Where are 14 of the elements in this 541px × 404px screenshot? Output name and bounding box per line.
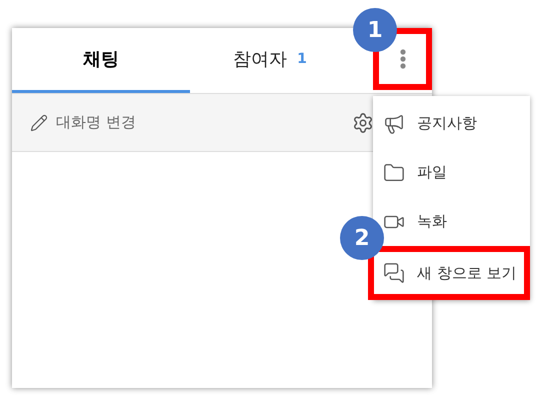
participant-count: 1 (297, 50, 307, 68)
menu-item[interactable]: 새 창으로 보기 (368, 246, 530, 300)
menu-item[interactable]: 파일 (373, 148, 530, 197)
menu-item[interactable]: 녹화 (373, 197, 530, 246)
chat-bubbles-icon (383, 262, 405, 284)
rename-button[interactable]: 대화명 변경 (30, 111, 136, 134)
more-icon (400, 49, 406, 69)
menu-item[interactable]: 공지사항 (373, 99, 530, 148)
step-badge: 1 (353, 8, 397, 52)
tab[interactable]: 참여자 1 (190, 28, 350, 93)
megaphone-icon (383, 112, 405, 134)
pencil-icon (30, 114, 48, 132)
settings-icon[interactable] (352, 112, 374, 134)
folder-icon (383, 162, 405, 184)
